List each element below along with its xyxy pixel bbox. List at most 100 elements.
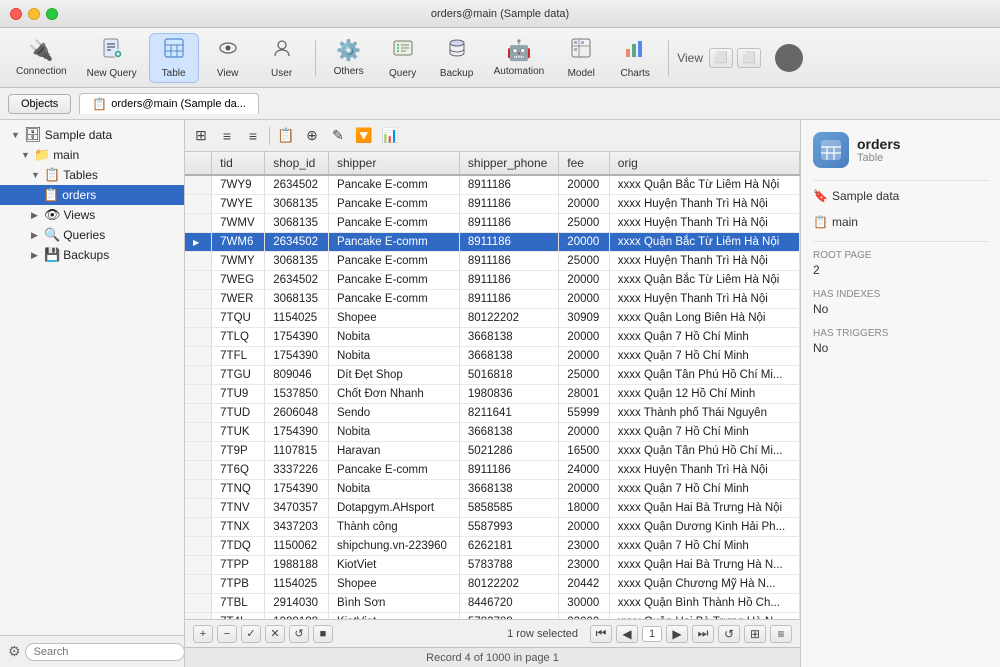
table-cell[interactable]: 1107815 bbox=[265, 442, 329, 461]
table-cell[interactable]: 1988188 bbox=[265, 556, 329, 575]
col-shop-id[interactable]: shop_id bbox=[265, 152, 329, 175]
table-cell[interactable]: 3068135 bbox=[265, 252, 329, 271]
sidebar-item-sample-data[interactable]: ▼ 🗄 Sample data bbox=[0, 124, 184, 145]
table-cell[interactable]: 7WER bbox=[212, 290, 265, 309]
table-cell[interactable]: 7TBL bbox=[212, 594, 265, 613]
toolbar-automation[interactable]: 🤖 Automation bbox=[486, 33, 553, 83]
tt-columns-btn[interactable]: 📋 bbox=[274, 125, 298, 147]
table-cell[interactable]: Pancake E-comm bbox=[328, 290, 459, 309]
table-cell[interactable]: xxxx Quận 12 Hồ Chí Minh bbox=[609, 385, 799, 404]
table-cell[interactable]: 7TNV bbox=[212, 499, 265, 518]
table-cell[interactable]: 7TPB bbox=[212, 575, 265, 594]
table-row[interactable]: 7TDQ1150062shipchung.vn-2239606262181230… bbox=[185, 537, 800, 556]
table-cell[interactable]: Dít Đẹt Shop bbox=[328, 366, 459, 385]
table-row[interactable]: 7WER3068135Pancake E-comm891118620000xxx… bbox=[185, 290, 800, 309]
table-cell[interactable]: xxxx Huyện Thanh Trì Hà Nội bbox=[609, 290, 799, 309]
table-row[interactable]: 7TBL2914030Bình Sơn844672030000xxxx Quận… bbox=[185, 594, 800, 613]
table-cell[interactable]: 7TUD bbox=[212, 404, 265, 423]
table-cell[interactable]: 2914030 bbox=[265, 594, 329, 613]
table-cell[interactable]: 7TLQ bbox=[212, 328, 265, 347]
toolbar-new-query[interactable]: New Query bbox=[79, 33, 145, 83]
table-cell[interactable]: 16500 bbox=[559, 442, 610, 461]
table-cell[interactable]: 7WMY bbox=[212, 252, 265, 271]
page-prev-button[interactable]: ◀ bbox=[616, 625, 638, 643]
toolbar-others[interactable]: ⚙️ Others bbox=[324, 33, 374, 83]
table-cell[interactable]: 2634502 bbox=[265, 175, 329, 195]
table-cell[interactable]: 23000 bbox=[559, 556, 610, 575]
table-cell[interactable]: 20000 bbox=[559, 423, 610, 442]
tt-grid-btn[interactable]: ⊞ bbox=[189, 125, 213, 147]
table-cell[interactable]: Thành công bbox=[328, 518, 459, 537]
tt-list-btn[interactable]: ≡ bbox=[215, 125, 239, 147]
table-row[interactable]: 7TPB1154025Shopee8012220220442xxxx Quận … bbox=[185, 575, 800, 594]
table-cell[interactable]: 3668138 bbox=[459, 328, 558, 347]
table-cell[interactable]: xxxx Quận Bình Thành Hồ Ch... bbox=[609, 594, 799, 613]
table-cell[interactable]: 20000 bbox=[559, 233, 610, 252]
table-cell[interactable]: 809046 bbox=[265, 366, 329, 385]
table-cell[interactable]: 20000 bbox=[559, 271, 610, 290]
table-row[interactable]: 7TNQ1754390Nobita366813820000xxxx Quận 7… bbox=[185, 480, 800, 499]
table-cell[interactable]: 8911186 bbox=[459, 175, 558, 195]
table-cell[interactable]: 7WYE bbox=[212, 195, 265, 214]
table-cell[interactable]: 7TPP bbox=[212, 556, 265, 575]
tt-chart-btn[interactable]: 📊 bbox=[378, 125, 402, 147]
col-shipper[interactable]: shipper bbox=[328, 152, 459, 175]
table-cell[interactable]: Dotapgym.AHsport bbox=[328, 499, 459, 518]
toolbar-charts[interactable]: Charts bbox=[610, 33, 660, 83]
table-cell[interactable]: Pancake E-comm bbox=[328, 233, 459, 252]
table-cell[interactable]: 18000 bbox=[559, 499, 610, 518]
table-cell[interactable]: 1154025 bbox=[265, 575, 329, 594]
table-cell[interactable]: shipchung.vn-223960 bbox=[328, 537, 459, 556]
table-cell[interactable]: xxxx Quận Tân Phú Hồ Chí Mi... bbox=[609, 366, 799, 385]
table-cell[interactable]: xxxx Quận 7 Hồ Chí Minh bbox=[609, 480, 799, 499]
confirm-button[interactable]: ✓ bbox=[241, 625, 261, 643]
orders-tab[interactable]: 📋 orders@main (Sample da... bbox=[79, 93, 259, 114]
table-row[interactable]: 7TUD2606048Sendo821164155999xxxx Thành p… bbox=[185, 404, 800, 423]
table-cell[interactable]: xxxx Huyện Thanh Trì Hà Nội bbox=[609, 461, 799, 480]
table-cell[interactable]: 7TDQ bbox=[212, 537, 265, 556]
table-cell[interactable]: 8911186 bbox=[459, 233, 558, 252]
table-cell[interactable]: Bình Sơn bbox=[328, 594, 459, 613]
table-cell[interactable]: xxxx Quận Chương Mỹ Hà N... bbox=[609, 575, 799, 594]
sidebar-item-views[interactable]: ▶ 👁 Views bbox=[0, 205, 184, 225]
cancel-button[interactable]: ✕ bbox=[265, 625, 285, 643]
table-cell[interactable]: 7T6Q bbox=[212, 461, 265, 480]
table-row[interactable]: 7TNV3470357Dotapgym.AHsport585858518000x… bbox=[185, 499, 800, 518]
page-refresh-button[interactable]: ↺ bbox=[718, 625, 740, 643]
table-row[interactable]: 7T6Q3337226Pancake E-comm891118624000xxx… bbox=[185, 461, 800, 480]
table-cell[interactable]: Chốt Đơn Nhanh bbox=[328, 385, 459, 404]
table-cell[interactable]: 23000 bbox=[559, 537, 610, 556]
table-cell[interactable]: Nobita bbox=[328, 480, 459, 499]
toolbar-backup[interactable]: Backup bbox=[432, 33, 482, 83]
table-cell[interactable]: 7TFL bbox=[212, 347, 265, 366]
stop-button[interactable]: ■ bbox=[313, 625, 333, 643]
table-cell[interactable]: Pancake E-comm bbox=[328, 252, 459, 271]
table-cell[interactable]: 3337226 bbox=[265, 461, 329, 480]
toolbar-user[interactable]: User bbox=[257, 33, 307, 83]
table-cell[interactable]: xxxx Quận 7 Hồ Chí Minh bbox=[609, 328, 799, 347]
table-cell[interactable]: 25000 bbox=[559, 214, 610, 233]
table-cell[interactable]: Nobita bbox=[328, 423, 459, 442]
table-cell[interactable]: 3068135 bbox=[265, 214, 329, 233]
table-row[interactable]: 7TLQ1754390Nobita366813820000xxxx Quận 7… bbox=[185, 328, 800, 347]
table-cell[interactable]: 8911186 bbox=[459, 461, 558, 480]
delete-row-button[interactable]: − bbox=[217, 625, 237, 643]
table-cell[interactable]: xxxx Quận Dương Kinh Hải Ph... bbox=[609, 518, 799, 537]
table-cell[interactable]: Sendo bbox=[328, 404, 459, 423]
table-cell[interactable]: 20000 bbox=[559, 195, 610, 214]
minimize-button[interactable] bbox=[28, 8, 40, 20]
table-cell[interactable]: 7WY9 bbox=[212, 175, 265, 195]
table-cell[interactable]: 3668138 bbox=[459, 480, 558, 499]
table-row[interactable]: 7TQU1154025Shopee8012220230909xxxx Quận … bbox=[185, 309, 800, 328]
table-cell[interactable]: xxxx Quận 7 Hồ Chí Minh bbox=[609, 347, 799, 366]
sidebar-item-tables[interactable]: ▼ 📋 Tables bbox=[0, 165, 184, 185]
table-cell[interactable]: 80122202 bbox=[459, 309, 558, 328]
table-cell[interactable]: 1754390 bbox=[265, 347, 329, 366]
table-cell[interactable]: 3068135 bbox=[265, 290, 329, 309]
table-cell[interactable]: xxxx Quận 7 Hồ Chí Minh bbox=[609, 423, 799, 442]
table-cell[interactable]: 5783788 bbox=[459, 556, 558, 575]
grid-view-button[interactable]: ⊞ bbox=[744, 625, 766, 643]
tt-plus-btn[interactable]: ⊕ bbox=[300, 125, 324, 147]
table-cell[interactable]: 7WMV bbox=[212, 214, 265, 233]
table-cell[interactable]: Pancake E-comm bbox=[328, 175, 459, 195]
